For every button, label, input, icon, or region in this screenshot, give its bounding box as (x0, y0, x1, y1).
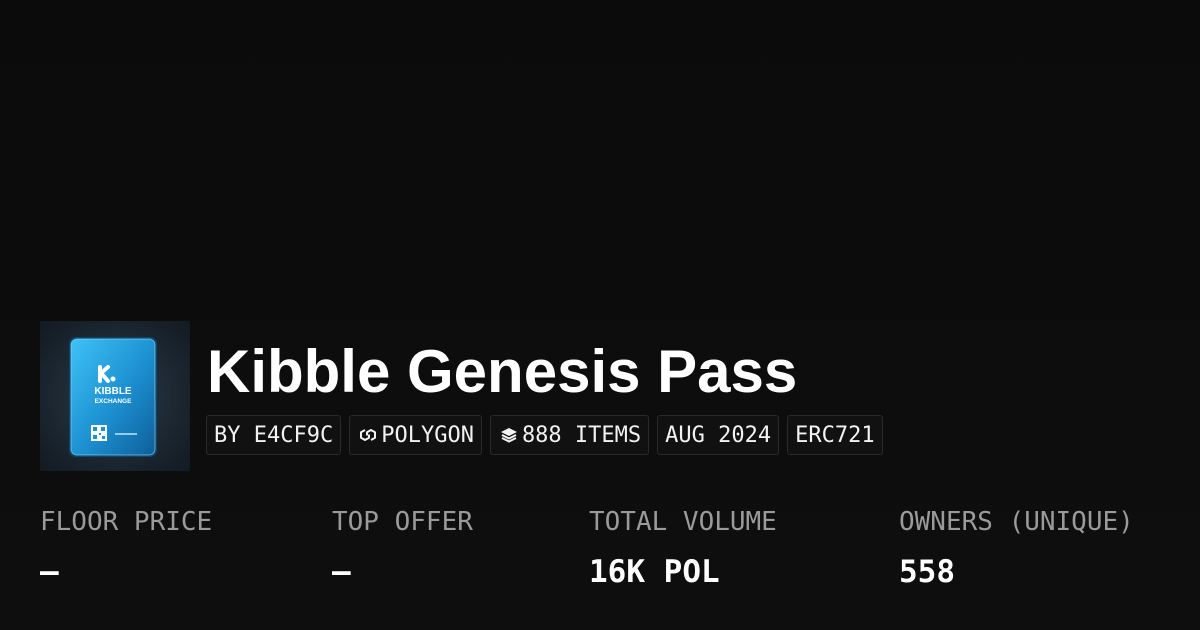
layers-icon (498, 424, 520, 446)
collection-thumbnail: KIBBLE EXCHANGE (40, 321, 190, 471)
polygon-chain-icon (357, 424, 379, 446)
token-standard-label: ERC721 (795, 422, 875, 448)
stat-top-offer: TOP OFFER — (332, 505, 473, 589)
creator-tag-label: BY E4CF9C (214, 422, 334, 448)
token-standard-tag: ERC721 (787, 415, 883, 455)
stat-floor-price: FLOOR PRICE — (40, 505, 212, 589)
collection-tags: BY E4CF9C POLYGON 888 ITEMS AUG 2024 ERC… (206, 415, 883, 455)
floor-price-value: — (40, 554, 59, 590)
created-date-tag: AUG 2024 (657, 415, 780, 455)
items-count-tag[interactable]: 888 ITEMS (489, 415, 650, 455)
collection-title: Kibble Genesis Pass (207, 338, 798, 405)
svg-text:EXCHANGE: EXCHANGE (95, 398, 133, 405)
floor-price-label: FLOOR PRICE (40, 507, 213, 537)
creator-tag[interactable]: BY E4CF9C (206, 415, 342, 455)
chain-tag-label: POLYGON (381, 422, 474, 448)
created-date-label: AUG 2024 (665, 422, 772, 448)
owners-label: OWNERS (UNIQUE) (899, 507, 1134, 537)
top-offer-value: — (332, 554, 351, 590)
total-volume-value: 16K POL (589, 554, 720, 590)
stat-owners: OWNERS (UNIQUE) 558 (899, 505, 1134, 589)
pass-card-image: KIBBLE EXCHANGE (40, 321, 190, 471)
total-volume-label: TOTAL VOLUME (589, 507, 777, 537)
chain-tag[interactable]: POLYGON (349, 415, 482, 455)
stat-total-volume: TOTAL VOLUME 16K POL (589, 505, 777, 589)
items-count-label: 888 ITEMS (521, 422, 642, 448)
svg-text:KIBBLE: KIBBLE (94, 386, 132, 397)
owners-value: 558 (899, 554, 955, 590)
top-offer-label: TOP OFFER (332, 507, 473, 537)
